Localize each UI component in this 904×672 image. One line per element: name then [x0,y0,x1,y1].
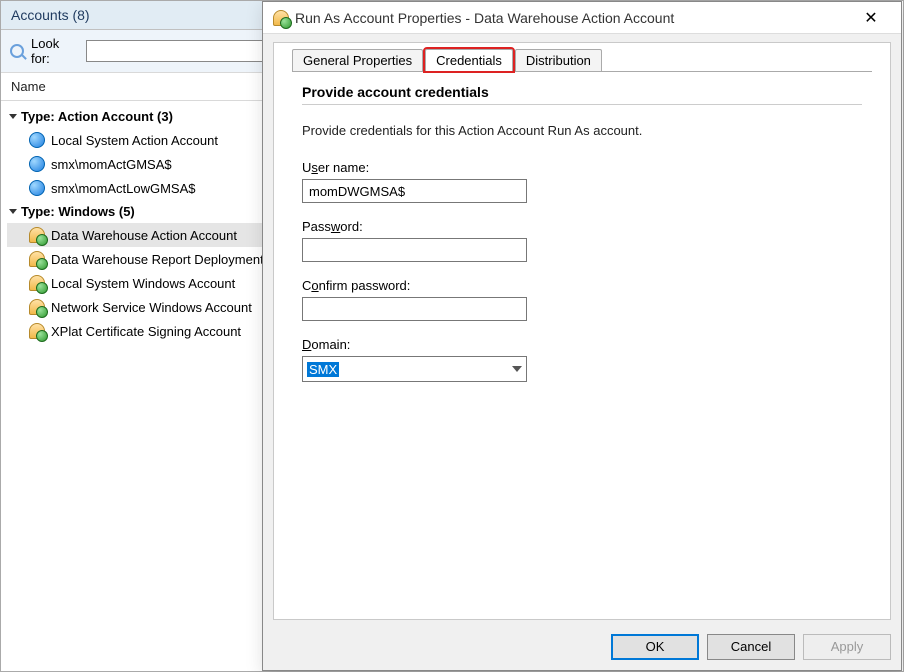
tree-group[interactable]: Type: Windows (5) [7,200,274,223]
tree-item[interactable]: smx\momActGMSA$ [7,152,274,176]
account-icon [29,227,45,243]
username-input[interactable] [302,179,527,203]
tree-item-label: Local System Action Account [51,133,218,148]
caret-icon [9,209,17,214]
password-label: Password: [302,219,862,234]
tree-item-label: Data Warehouse Action Account [51,228,237,243]
dialog-titlebar: Run As Account Properties - Data Warehou… [263,2,901,34]
instruction-text: Provide credentials for this Action Acco… [302,123,862,138]
cancel-button[interactable]: Cancel [707,634,795,660]
tree-group-label: Type: Action Account (3) [21,109,173,124]
tree-item[interactable]: Data Warehouse Report Deployment Account [7,247,274,271]
tab-credentials[interactable]: Credentials [425,49,513,71]
apply-button: Apply [803,634,891,660]
account-icon [29,251,45,267]
account-icon [273,10,289,26]
filter-label: Look for: [31,36,80,66]
column-header-name[interactable]: Name [1,73,280,101]
tree-item[interactable]: Data Warehouse Action Account [7,223,274,247]
globe-icon [29,132,45,148]
confirm-password-input[interactable] [302,297,527,321]
tree-item[interactable]: smx\momActLowGMSA$ [7,176,274,200]
dialog-title: Run As Account Properties - Data Warehou… [295,10,851,26]
pane-header: Accounts (8) [1,1,280,30]
tree-group-label: Type: Windows (5) [21,204,135,219]
tree-item[interactable]: Network Service Windows Account [7,295,274,319]
dialog-button-bar: OK Cancel Apply [273,634,891,660]
account-icon [29,323,45,339]
tree-item-label: smx\momActLowGMSA$ [51,181,195,196]
tree-item-label: Local System Windows Account [51,276,235,291]
domain-combobox[interactable]: SMX [302,356,527,382]
tree-item-label: XPlat Certificate Signing Account [51,324,241,339]
account-icon [29,299,45,315]
close-button[interactable]: ✕ [851,8,891,28]
section-title: Provide account credentials [302,80,862,102]
tree-group[interactable]: Type: Action Account (3) [7,105,274,128]
search-icon [9,43,25,59]
chevron-down-icon [512,366,522,372]
caret-icon [9,114,17,119]
username-label: User name: [302,160,862,175]
dialog-body: General Properties Credentials Distribut… [273,42,891,620]
filter-row: Look for: [1,30,280,73]
run-as-account-properties-dialog: Run As Account Properties - Data Warehou… [262,1,902,671]
tree-item-label: Data Warehouse Report Deployment Account [51,252,274,267]
confirm-password-label: Confirm password: [302,278,862,293]
tree-item[interactable]: Local System Windows Account [7,271,274,295]
domain-label: Domain: [302,337,862,352]
tree-item[interactable]: XPlat Certificate Signing Account [7,319,274,343]
password-input[interactable] [302,238,527,262]
account-icon [29,275,45,291]
accounts-pane: Accounts (8) Look for: Name Type: Action… [1,1,281,671]
ok-button[interactable]: OK [611,634,699,660]
tab-general-properties[interactable]: General Properties [292,49,423,71]
tab-strip: General Properties Credentials Distribut… [274,43,890,71]
tree-item-label: smx\momActGMSA$ [51,157,172,172]
globe-icon [29,156,45,172]
domain-value: SMX [307,362,339,377]
tree-item-label: Network Service Windows Account [51,300,252,315]
accounts-tree: Type: Action Account (3) Local System Act… [1,101,280,353]
tree-item[interactable]: Local System Action Account [7,128,274,152]
tab-distribution[interactable]: Distribution [515,49,602,71]
filter-input[interactable] [86,40,272,62]
globe-icon [29,180,45,196]
tab-content: Provide account credentials Provide cred… [274,72,890,390]
